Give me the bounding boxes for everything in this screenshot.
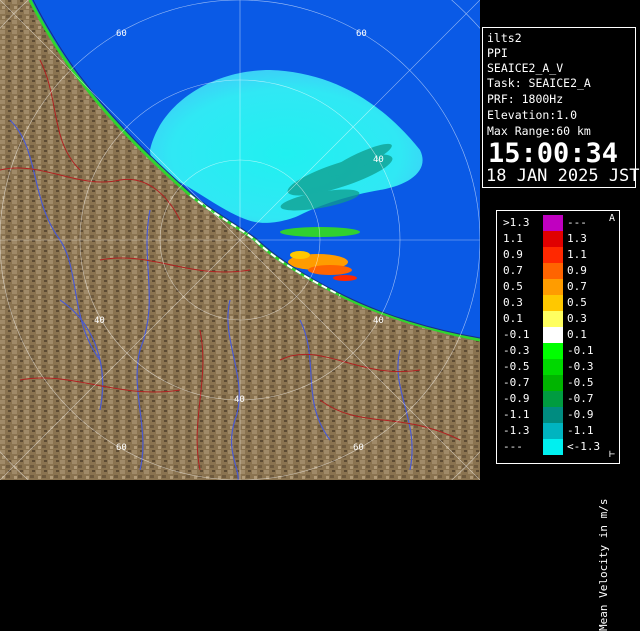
legend-row-upper: <-1.3	[567, 440, 601, 453]
legend-row-upper: -0.3	[567, 360, 594, 373]
legend-swatch	[543, 231, 563, 247]
legend-row-lower: >1.3	[503, 216, 530, 229]
legend-row-lower: -1.3	[503, 424, 530, 437]
info-panel: ilts2 PPI SEAICE2_A_V Task: SEAICE2_A PR…	[480, 0, 640, 631]
legend-row-upper: ---	[567, 216, 587, 229]
legend-swatch	[543, 423, 563, 439]
legend-swatch	[543, 375, 563, 391]
legend-swatch	[543, 439, 563, 455]
velocity-legend: >1.3 --- 1.1 1.3 0.9 1.1 0.7 0.9 0.5 0.7 0.3 0.5 0.1…	[496, 210, 620, 631]
scan-type: PPI	[487, 46, 508, 60]
legend-row-upper: 0.5	[567, 296, 587, 309]
legend-swatch	[543, 327, 563, 343]
product-name: SEAICE2_A_V	[487, 61, 564, 75]
legend-row-upper: 0.9	[567, 264, 587, 277]
legend-row-lower: -0.3	[503, 344, 530, 357]
legend-row-lower: -1.1	[503, 408, 530, 421]
range-label: 40	[94, 316, 105, 326]
task-name: Task: SEAICE2_A	[487, 76, 591, 90]
max-range-value: Max Range:60 km	[487, 124, 591, 138]
legend-title: Mean Velocity in m/s	[597, 498, 610, 631]
legend-row-lower: 0.7	[503, 264, 523, 277]
legend-row-upper: -1.1	[567, 424, 594, 437]
range-label: 60	[116, 443, 127, 453]
legend-swatch	[543, 279, 563, 295]
legend-row-lower: 0.9	[503, 248, 523, 261]
legend-row-upper: 0.1	[567, 328, 587, 341]
legend-row-upper: 1.3	[567, 232, 587, 245]
range-label: 40	[234, 395, 245, 405]
range-label: 40	[373, 316, 384, 326]
range-label: 60	[353, 443, 364, 453]
legend-swatch	[543, 215, 563, 231]
prf-value: PRF: 1800Hz	[487, 92, 564, 106]
elevation-value: Elevation:1.0	[487, 108, 578, 122]
scan-info-box: ilts2 PPI SEAICE2_A_V Task: SEAICE2_A PR…	[482, 27, 640, 188]
legend-row-upper: -0.5	[567, 376, 594, 389]
legend-row-lower: 0.5	[503, 280, 523, 293]
legend-row-lower: 0.1	[503, 312, 523, 325]
range-label: 60	[116, 29, 127, 39]
scan-time: 15:00:34	[488, 138, 619, 169]
legend-swatch	[543, 407, 563, 423]
legend-swatch	[543, 359, 563, 375]
legend-bottom-mark: ⊢	[609, 449, 616, 460]
legend-row-lower: 0.3	[503, 296, 523, 309]
site-name: ilts2	[487, 31, 522, 45]
range-label: 40	[373, 155, 384, 165]
legend-row-lower: -0.9	[503, 392, 530, 405]
legend-row-lower: ---	[503, 440, 523, 453]
legend-top-mark: A	[609, 213, 616, 224]
legend-swatch	[543, 295, 563, 311]
legend-swatch	[543, 343, 563, 359]
legend-swatch	[543, 311, 563, 327]
legend-row-upper: -0.7	[567, 392, 594, 405]
range-label: 60	[356, 29, 367, 39]
legend-row-lower: -0.5	[503, 360, 530, 373]
legend-row-upper: -0.1	[567, 344, 594, 357]
legend-row-lower: 1.1	[503, 232, 523, 245]
range-rings	[0, 0, 480, 480]
legend-row-upper: 1.1	[567, 248, 587, 261]
legend-row-upper: 0.3	[567, 312, 587, 325]
legend-row-lower: -0.7	[503, 376, 530, 389]
legend-swatch	[543, 247, 563, 263]
legend-swatch	[543, 391, 563, 407]
legend-row-lower: -0.1	[503, 328, 530, 341]
radar-map[interactable]: 60 40 40 40 40 60 60 60	[0, 0, 480, 480]
legend-row-upper: -0.9	[567, 408, 594, 421]
legend-row-upper: 0.7	[567, 280, 587, 293]
scan-date: 18 JAN 2025 JST	[486, 166, 640, 186]
legend-swatch	[543, 263, 563, 279]
